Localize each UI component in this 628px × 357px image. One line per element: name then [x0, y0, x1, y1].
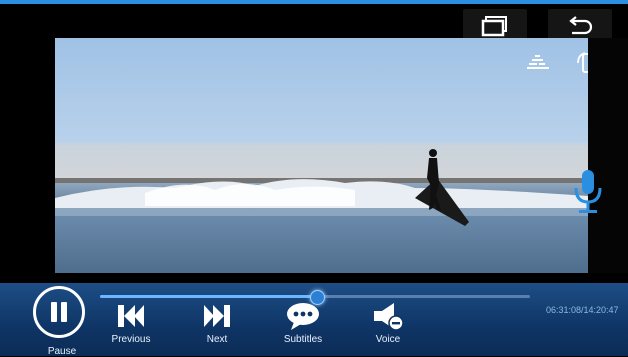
equalizer-button[interactable]	[525, 52, 551, 74]
subtitles-label: Subtitles	[283, 334, 323, 345]
recent-apps-icon	[481, 16, 507, 37]
voice-input-button[interactable]	[566, 168, 610, 216]
pause-label: Pause	[47, 346, 77, 357]
top-bar	[0, 4, 628, 42]
next-button[interactable]: Next	[187, 301, 247, 356]
skip-next-icon	[204, 305, 230, 327]
player-control-bar: 06:31:08/14:20:47 Pause Previous Next Su…	[0, 283, 628, 357]
microphone-icon	[574, 170, 602, 213]
subtitles-button[interactable]: Subtitles	[273, 301, 333, 356]
rotate-screen-icon	[577, 52, 588, 73]
seek-bar-progress	[100, 295, 318, 298]
pause-icon	[51, 302, 67, 322]
playback-time: 06:31:08/14:20:47	[546, 305, 619, 315]
video-frame[interactable]	[55, 38, 588, 273]
right-panel	[588, 38, 628, 273]
subtitles-icon	[287, 303, 319, 330]
pause-button[interactable]: Pause	[30, 286, 94, 357]
previous-button[interactable]: Previous	[101, 301, 161, 356]
skip-previous-icon	[118, 305, 144, 327]
equalizer-icon	[527, 55, 549, 69]
previous-label: Previous	[111, 334, 151, 345]
rotate-screen-button[interactable]	[575, 50, 588, 76]
voice-label: Voice	[375, 334, 401, 345]
video-image	[55, 38, 588, 273]
back-arrow-icon	[569, 16, 593, 35]
speaker-mute-icon	[374, 303, 404, 331]
voice-button[interactable]: Voice	[358, 301, 418, 356]
seek-bar[interactable]	[100, 290, 530, 305]
next-label: Next	[206, 334, 228, 345]
